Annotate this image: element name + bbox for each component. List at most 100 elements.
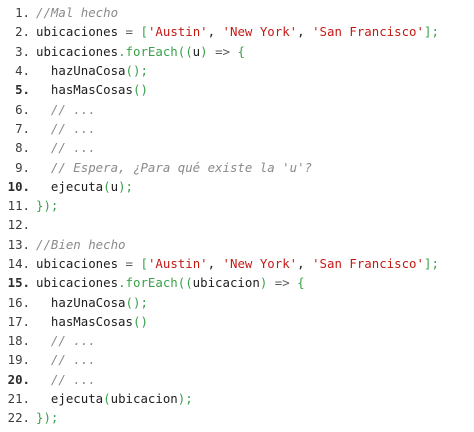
code-text: // ...	[36, 102, 96, 117]
line-number: 5.	[15, 82, 30, 98]
line-number: 21.	[7, 391, 30, 407]
code-token-punc: (	[103, 178, 111, 194]
code-token-punc: .	[118, 43, 126, 59]
code-token-string: 'New York'	[222, 24, 298, 40]
code-token-punc: ();	[125, 294, 148, 310]
code-token-plain: ,	[207, 256, 223, 271]
line-number: 3.	[15, 43, 30, 59]
line-number: 4.	[15, 63, 30, 79]
code-token-plain: ubicaciones	[36, 256, 126, 271]
code-token-punc: ];	[423, 256, 439, 271]
code-line: 19. // ...	[0, 350, 474, 369]
code-token-plain: ejecuta	[36, 178, 104, 194]
code-token-punc: (	[103, 391, 111, 407]
code-token-comment: //Bien hecho	[36, 236, 126, 252]
code-token-op: =	[125, 256, 133, 271]
line-number: 18.	[7, 333, 30, 349]
code-token-comment: //Mal hecho	[36, 5, 119, 21]
code-token-plain: ,	[207, 24, 223, 40]
code-token-plain: u	[110, 178, 119, 194]
code-line: 2. ubicaciones = ['Austin', 'New York', '…	[0, 22, 474, 41]
code-line: 6. // ...	[0, 99, 474, 118]
code-token-comment: // ...	[50, 120, 96, 136]
line-number: 22.	[7, 410, 30, 426]
code-token-punc: .	[118, 275, 126, 291]
code-token-punc: ()	[132, 82, 148, 98]
code-token-punc: );	[177, 391, 193, 407]
code-token-string: 'Austin'	[147, 256, 208, 271]
code-line: 5. hasMasCosas()	[0, 80, 474, 99]
code-token-string: 'San Francisco'	[312, 256, 424, 271]
code-token-punc: [	[140, 256, 148, 271]
line-number: 7.	[15, 120, 30, 136]
code-line: 22.});	[0, 408, 474, 427]
code-text: hasMasCosas()	[36, 82, 148, 97]
code-text: //Mal hecho	[36, 5, 118, 20]
code-token-string: 'San Francisco'	[312, 24, 424, 40]
code-token-plain: ubicaciones	[36, 43, 119, 59]
code-token-op: =>	[215, 43, 230, 59]
code-token-plain: ejecuta	[36, 391, 104, 407]
code-token-comment: // ...	[50, 371, 96, 387]
code-line: 20. // ...	[0, 370, 474, 389]
code-token-plain: hazUnaCosa	[36, 294, 126, 310]
line-number: 17.	[7, 313, 30, 329]
code-line: 18. // ...	[0, 331, 474, 350]
line-number: 9.	[15, 159, 30, 175]
code-token-comment: // ...	[50, 140, 96, 156]
code-text: ejecuta(ubicacion);	[36, 391, 193, 406]
code-text: hazUnaCosa();	[36, 63, 148, 78]
code-token-punc: {	[237, 43, 245, 59]
code-line: 10. ejecuta(u);	[0, 177, 474, 196]
code-token-plain: hasMasCosas	[36, 313, 133, 329]
code-token-comment: // ...	[50, 333, 96, 349]
code-token-plain: ubicacion	[192, 275, 260, 291]
code-text: // ...	[36, 333, 96, 348]
code-text: });	[36, 410, 58, 425]
code-line: 3. ubicaciones.forEach((u) => {	[0, 42, 474, 61]
code-line: 15. ubicaciones.forEach((ubicacion) => {	[0, 273, 474, 292]
code-token-punc: });	[36, 198, 59, 214]
code-block: 1. //Mal hecho 2. ubicaciones = ['Austin', …	[0, 3, 474, 429]
code-text: ejecuta(u);	[36, 179, 133, 194]
code-line: 9. // Espera, ¿Para qué existe la 'u'?	[0, 157, 474, 176]
line-number: 15.	[7, 275, 30, 291]
code-token-string: 'Austin'	[147, 24, 208, 40]
line-number: 6.	[15, 101, 30, 117]
code-text: // ...	[36, 121, 96, 136]
code-line: 1. //Mal hecho	[0, 3, 474, 22]
code-line: 4. hazUnaCosa();	[0, 61, 474, 80]
code-token-comment: // Espera, ¿Para qué existe la 'u'?	[50, 159, 313, 175]
code-line: 8. // ...	[0, 138, 474, 157]
line-number: 8.	[15, 140, 30, 156]
code-token-comment: // ...	[50, 352, 96, 368]
code-token-plain: ubicacion	[110, 391, 178, 407]
code-text: });	[36, 198, 58, 213]
code-token-punc: )	[200, 43, 208, 59]
code-text: hasMasCosas()	[36, 314, 148, 329]
code-token-string: 'New York'	[222, 256, 298, 271]
code-token-func: forEach	[125, 43, 178, 59]
code-text: hazUnaCosa();	[36, 295, 148, 310]
code-token-punc: );	[118, 178, 133, 194]
code-token-punc: ];	[423, 24, 439, 40]
line-number: 16.	[7, 294, 30, 310]
code-line: 7. // ...	[0, 119, 474, 138]
code-token-op: =>	[274, 275, 290, 291]
code-token-plain: ubicaciones	[36, 275, 119, 291]
code-token-punc: {	[297, 275, 305, 291]
line-number: 2.	[15, 24, 30, 40]
code-line: 17. hasMasCosas()	[0, 312, 474, 331]
code-text: ubicaciones = ['Austin', 'New York', 'Sa…	[36, 256, 439, 271]
line-number: 12.	[7, 217, 30, 233]
line-number: 20.	[7, 371, 30, 387]
code-text: // ...	[36, 372, 96, 387]
code-token-punc: [	[140, 24, 148, 40]
code-text: ubicaciones = ['Austin', 'New York', 'Sa…	[36, 24, 439, 39]
